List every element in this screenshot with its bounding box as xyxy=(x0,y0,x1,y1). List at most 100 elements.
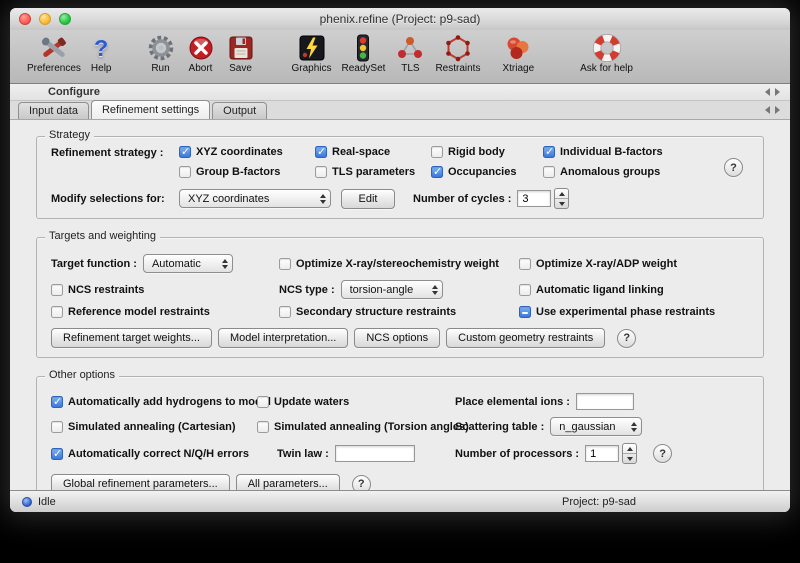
model-interpretation-button[interactable]: Model interpretation... xyxy=(218,328,348,348)
toolbar-button-readyset[interactable]: ReadySet xyxy=(337,32,391,75)
checkbox-use-experimental-phase-restraints[interactable]: Use experimental phase restraints xyxy=(519,306,715,318)
status-bar: Idle Project: p9-sad xyxy=(10,490,790,512)
help-icon: ? xyxy=(94,33,108,63)
toolbar-button-abort[interactable]: Abort xyxy=(181,32,221,75)
zoom-button[interactable] xyxy=(59,13,71,25)
toolbar-button-run[interactable]: Run xyxy=(141,32,181,75)
checkbox-optimize-xray-stereochemistry-weight[interactable]: Optimize X-ray/stereochemistry weight xyxy=(279,258,499,270)
tab-output[interactable]: Output xyxy=(212,102,267,119)
ncs-type-dropdown[interactable]: torsion-angle xyxy=(341,280,443,299)
checkbox-box xyxy=(51,284,63,296)
tab-bar: Input data Refinement settings Output xyxy=(10,101,790,120)
toolbar-label: Ask for help xyxy=(580,63,633,74)
checkbox-correct-nqh-errors[interactable]: Automatically correct N/Q/H errors xyxy=(51,448,249,460)
checkbox-simulated-annealing-torsion[interactable]: Simulated annealing (Torsion angles) xyxy=(257,421,469,433)
checkbox-box xyxy=(431,166,443,178)
ncs-type-label: NCS type : xyxy=(279,284,335,296)
scattering-table-dropdown[interactable]: n_gaussian xyxy=(550,417,642,436)
checkbox-real-space[interactable]: Real-space xyxy=(315,146,431,158)
strategy-help-button[interactable]: ? xyxy=(724,158,743,177)
number-of-cycles-stepper[interactable] xyxy=(554,188,569,209)
tab-scroll-right-icon[interactable] xyxy=(775,106,780,114)
twin-law-input[interactable] xyxy=(335,445,415,462)
strategy-group-title: Strategy xyxy=(45,129,94,141)
target-function-dropdown[interactable]: Automatic xyxy=(143,254,233,273)
checkbox-individual-b-factors[interactable]: Individual B-factors xyxy=(543,146,713,158)
toolbar-label: Xtriage xyxy=(502,63,534,74)
checkbox-box xyxy=(51,448,63,460)
status-indicator-icon xyxy=(22,497,32,507)
processors-input[interactable]: 1 xyxy=(585,445,619,462)
tab-scroll-left-icon[interactable] xyxy=(765,106,770,114)
checkbox-automatic-ligand-linking[interactable]: Automatic ligand linking xyxy=(519,284,664,296)
place-elemental-ions-label: Place elemental ions : xyxy=(455,396,570,408)
refinement-strategy-label: Refinement strategy : xyxy=(51,146,179,178)
checkbox-optimize-xray-adp-weight[interactable]: Optimize X-ray/ADP weight xyxy=(519,258,677,270)
checkbox-box xyxy=(315,146,327,158)
project-label: Project: p9-sad xyxy=(562,496,636,508)
number-of-processors-label: Number of processors : xyxy=(455,448,579,460)
toolbar-button-xtriage[interactable]: Xtriage xyxy=(497,32,539,75)
checkbox-automatically-add-hydrogens[interactable]: Automatically add hydrogens to model xyxy=(51,396,271,408)
preferences-icon xyxy=(39,33,69,63)
checkbox-simulated-annealing-cartesian[interactable]: Simulated annealing (Cartesian) xyxy=(51,421,235,433)
toolbar-button-help[interactable]: ? Help xyxy=(86,32,117,75)
checkbox-tls-parameters[interactable]: TLS parameters xyxy=(315,166,431,178)
number-of-cycles-input[interactable]: 3 xyxy=(517,190,551,207)
checkbox-rigid-body[interactable]: Rigid body xyxy=(431,146,543,158)
tab-refinement-settings[interactable]: Refinement settings xyxy=(91,100,210,119)
stepper-up-icon[interactable] xyxy=(555,189,568,199)
toolbar: Preferences ? Help Run xyxy=(10,30,790,84)
window-controls xyxy=(19,13,71,25)
toolbar-button-graphics[interactable]: Graphics xyxy=(287,32,337,75)
toolbar-button-restraints[interactable]: Restraints xyxy=(430,32,485,75)
window-title: phenix.refine (Project: p9-sad) xyxy=(10,12,790,26)
checkbox-secondary-structure-restraints[interactable]: Secondary structure restraints xyxy=(279,306,456,318)
custom-geometry-restraints-button[interactable]: Custom geometry restraints xyxy=(446,328,605,348)
modify-selections-label: Modify selections for: xyxy=(51,193,179,205)
stepper-down-icon[interactable] xyxy=(555,199,568,208)
refinement-target-weights-button[interactable]: Refinement target weights... xyxy=(51,328,212,348)
close-button[interactable] xyxy=(19,13,31,25)
stepper-down-icon[interactable] xyxy=(623,454,636,463)
scroll-left-icon[interactable] xyxy=(765,88,770,96)
scroll-right-icon[interactable] xyxy=(775,88,780,96)
checkbox-anomalous-groups[interactable]: Anomalous groups xyxy=(543,166,713,178)
toolbar-label: Preferences xyxy=(27,63,81,74)
edit-button[interactable]: Edit xyxy=(341,189,395,209)
processors-stepper[interactable] xyxy=(622,443,637,464)
toolbar-button-save[interactable]: Save xyxy=(221,32,261,75)
checkbox-xyz-coordinates[interactable]: XYZ coordinates xyxy=(179,146,315,158)
checkbox-box xyxy=(179,166,191,178)
titlebar: phenix.refine (Project: p9-sad) xyxy=(10,8,790,30)
checkbox-update-waters[interactable]: Update waters xyxy=(257,396,349,408)
other-options-group: Other options Automatically add hydrogen… xyxy=(36,376,764,504)
tab-input-data[interactable]: Input data xyxy=(18,102,89,119)
tab-scroll-arrows xyxy=(765,106,780,114)
checkbox-group-b-factors[interactable]: Group B-factors xyxy=(179,166,315,178)
checkbox-box xyxy=(257,396,269,408)
modify-selections-dropdown[interactable]: XYZ coordinates xyxy=(179,189,331,208)
place-elemental-ions-input[interactable] xyxy=(576,393,634,410)
toolbar-label: Abort xyxy=(189,63,213,74)
checkbox-box xyxy=(279,306,291,318)
ncs-options-button[interactable]: NCS options xyxy=(354,328,440,348)
checkbox-ncs-restraints[interactable]: NCS restraints xyxy=(51,284,144,296)
other-options-group-title: Other options xyxy=(45,369,119,381)
toolbar-label: Restraints xyxy=(435,63,480,74)
toolbar-button-tls[interactable]: TLS xyxy=(390,32,430,75)
processors-help-button[interactable]: ? xyxy=(653,444,672,463)
desktop: { "window": { "title": "phenix.refine (P… xyxy=(0,0,800,563)
toolbar-button-preferences[interactable]: Preferences xyxy=(22,32,86,75)
toolbar-label: Graphics xyxy=(292,63,332,74)
tls-molecule-icon xyxy=(395,33,425,63)
save-disk-icon xyxy=(226,33,256,63)
checkbox-occupancies[interactable]: Occupancies xyxy=(431,166,543,178)
minimize-button[interactable] xyxy=(39,13,51,25)
configure-header: Configure xyxy=(10,84,790,101)
toolbar-button-ask-for-help[interactable]: Ask for help xyxy=(575,32,638,75)
targets-help-button[interactable]: ? xyxy=(617,329,636,348)
graphics-lightning-icon xyxy=(297,33,327,63)
stepper-up-icon[interactable] xyxy=(623,444,636,454)
checkbox-reference-model-restraints[interactable]: Reference model restraints xyxy=(51,306,210,318)
